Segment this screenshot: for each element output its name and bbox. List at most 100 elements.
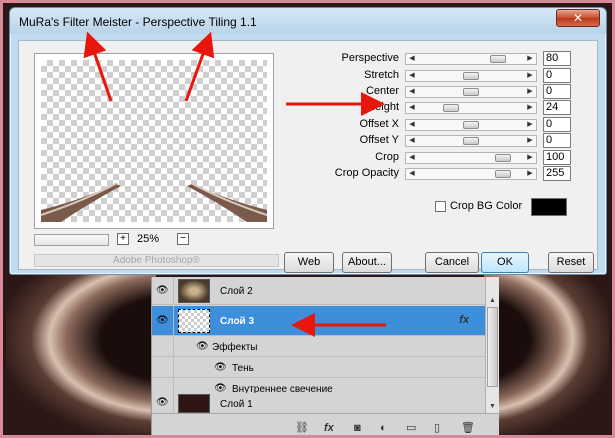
arrow-right-icon[interactable]: ▶ — [525, 153, 535, 163]
layer-thumbnail — [178, 279, 210, 303]
reset-button[interactable]: Reset — [548, 252, 594, 273]
new-group-icon[interactable]: ▭ — [406, 420, 416, 435]
arrow-right-icon[interactable]: ▶ — [525, 71, 535, 81]
arrow-right-icon[interactable]: ▶ — [525, 87, 535, 97]
visibility-column: 👁 — [152, 306, 174, 335]
layers-panel: 👁 Слой 2 👁 Слой 3 fx 👁 Эффекты 👁 Тень 👁 — [151, 277, 499, 435]
add-mask-icon[interactable]: ◙ — [354, 420, 361, 435]
slider-track[interactable]: ◀ ▶ — [405, 168, 537, 180]
slider-value-input[interactable]: 0 — [543, 68, 571, 83]
slider-value-input[interactable]: 0 — [543, 133, 571, 148]
slider-label: Offset X — [359, 118, 399, 130]
filter-dialog: MuRa's Filter Meister - Perspective Tili… — [9, 7, 607, 275]
scroll-down-icon[interactable]: ▼ — [486, 401, 499, 413]
slider-label: Center — [365, 85, 399, 97]
arrow-right-icon[interactable]: ▶ — [525, 136, 535, 146]
eye-icon[interactable]: 👁 — [156, 286, 170, 296]
slider-thumb[interactable] — [490, 55, 506, 63]
crop-bg-checkbox[interactable] — [435, 201, 446, 212]
arrow-left-icon[interactable]: ◀ — [407, 54, 417, 64]
slider-value-input[interactable]: 80 — [543, 51, 571, 66]
slider-label: Perspective — [341, 52, 399, 64]
slider-value-input[interactable]: 24 — [543, 100, 571, 115]
arrow-left-icon[interactable]: ◀ — [407, 120, 417, 130]
close-button[interactable]: ✕ — [556, 9, 600, 27]
dialog-title: MuRa's Filter Meister - Perspective Tili… — [19, 15, 257, 29]
slider-row-stretch: Stretch ◀ ▶ 0 — [289, 68, 589, 84]
preview-canvas[interactable] — [41, 60, 267, 222]
about-button[interactable]: About... — [342, 252, 392, 273]
slider-thumb[interactable] — [495, 170, 512, 178]
arrow-right-icon[interactable]: ▶ — [525, 169, 535, 179]
scroll-up-icon[interactable]: ▲ — [486, 295, 499, 307]
adjustment-layer-icon[interactable]: ◐ — [380, 420, 387, 435]
slider-row-height: Height ◀ ▶ 24 — [289, 100, 589, 116]
zoom-in-button[interactable]: + — [117, 233, 129, 245]
layers-scrollbar[interactable]: ▲ ▼ — [485, 277, 499, 413]
arrow-left-icon[interactable]: ◀ — [407, 71, 417, 81]
layers-toolbar: ⛓ fx ◙ ◐ ▭ ▯ 🗑 — [152, 413, 499, 435]
link-layers-icon[interactable]: ⛓ — [295, 420, 309, 435]
effects-label: Эффекты — [212, 342, 258, 353]
slider-row-offset-y: Offset Y ◀ ▶ 0 — [289, 133, 589, 149]
slider-thumb[interactable] — [495, 154, 512, 162]
layer-row-2[interactable]: 👁 Слой 2 — [152, 277, 485, 305]
slider-row-perspective: Perspective ◀ ▶ 80 — [289, 51, 589, 67]
scroll-thumb[interactable] — [487, 307, 498, 387]
slider-track[interactable]: ◀ ▶ — [405, 119, 537, 131]
slider-value-input[interactable]: 0 — [543, 84, 571, 99]
cancel-button[interactable]: Cancel — [425, 252, 479, 273]
slider-label: Crop Opacity — [334, 167, 399, 179]
preview-render — [41, 182, 267, 222]
slider-thumb[interactable] — [463, 88, 479, 96]
slider-track[interactable]: ◀ ▶ — [405, 70, 537, 82]
arrow-right-icon[interactable]: ▶ — [525, 54, 535, 64]
arrow-left-icon[interactable]: ◀ — [407, 87, 417, 97]
trash-icon[interactable]: 🗑 — [461, 420, 475, 435]
web-button[interactable]: Web — [284, 252, 334, 273]
eye-icon[interactable]: 👁 — [156, 316, 170, 326]
arrow-left-icon[interactable]: ◀ — [407, 153, 417, 163]
slider-value-input[interactable]: 255 — [543, 166, 571, 181]
eye-icon[interactable]: 👁 — [156, 398, 170, 408]
dialog-client-area: + 25% − Adobe Photoshop® Perspective ◀ ▶ 80… — [18, 40, 598, 273]
arrow-left-icon[interactable]: ◀ — [407, 169, 417, 179]
slider-thumb[interactable] — [463, 137, 479, 145]
arrow-right-icon[interactable]: ▶ — [525, 120, 535, 130]
arrow-left-icon[interactable]: ◀ — [407, 136, 417, 146]
new-layer-icon[interactable]: ▯ — [434, 420, 440, 435]
slider-track[interactable]: ◀ ▶ — [405, 86, 537, 98]
arrow-right-icon[interactable]: ▶ — [525, 103, 535, 113]
arrow-left-icon[interactable]: ◀ — [407, 103, 417, 113]
layer-name: Слой 3 — [220, 316, 255, 327]
zoom-level: 25% — [137, 233, 160, 245]
slider-value-input[interactable]: 0 — [543, 117, 571, 132]
slider-thumb[interactable] — [443, 104, 460, 112]
crop-bg-color-swatch[interactable] — [531, 198, 567, 216]
slider-track[interactable]: ◀ ▶ — [405, 102, 537, 114]
effect-row-shadow[interactable]: 👁 Тень — [152, 358, 485, 378]
ok-button[interactable]: OK — [481, 252, 529, 273]
layer-row-3[interactable]: 👁 Слой 3 fx — [152, 306, 485, 336]
slider-label: Height — [367, 101, 399, 113]
slider-thumb[interactable] — [463, 72, 479, 80]
visibility-column: 👁 — [152, 393, 174, 413]
layer-row-1[interactable]: 👁 Слой 1 — [152, 393, 485, 413]
slider-thumb[interactable] — [463, 121, 479, 129]
eye-icon[interactable]: 👁 — [196, 342, 210, 352]
slider-row-center: Center ◀ ▶ 0 — [289, 84, 589, 100]
slider-track[interactable]: ◀ ▶ — [405, 135, 537, 147]
dialog-titlebar[interactable]: MuRa's Filter Meister - Perspective Tili… — [10, 8, 606, 34]
zoom-out-button[interactable]: − — [177, 233, 189, 245]
crop-bg-label: Crop BG Color — [450, 200, 523, 212]
slider-value-input[interactable]: 100 — [543, 150, 571, 165]
slider-track[interactable]: ◀ ▶ — [405, 152, 537, 164]
fx-icon[interactable]: fx — [324, 420, 334, 435]
slider-track[interactable]: ◀ ▶ — [405, 53, 537, 65]
minus-icon: − — [180, 233, 186, 244]
visibility-column — [152, 358, 174, 377]
eye-icon[interactable]: 👁 — [214, 363, 228, 373]
progress-bar — [34, 234, 109, 246]
effects-row[interactable]: 👁 Эффекты — [152, 337, 485, 357]
fx-badge-icon[interactable]: fx — [459, 314, 469, 326]
